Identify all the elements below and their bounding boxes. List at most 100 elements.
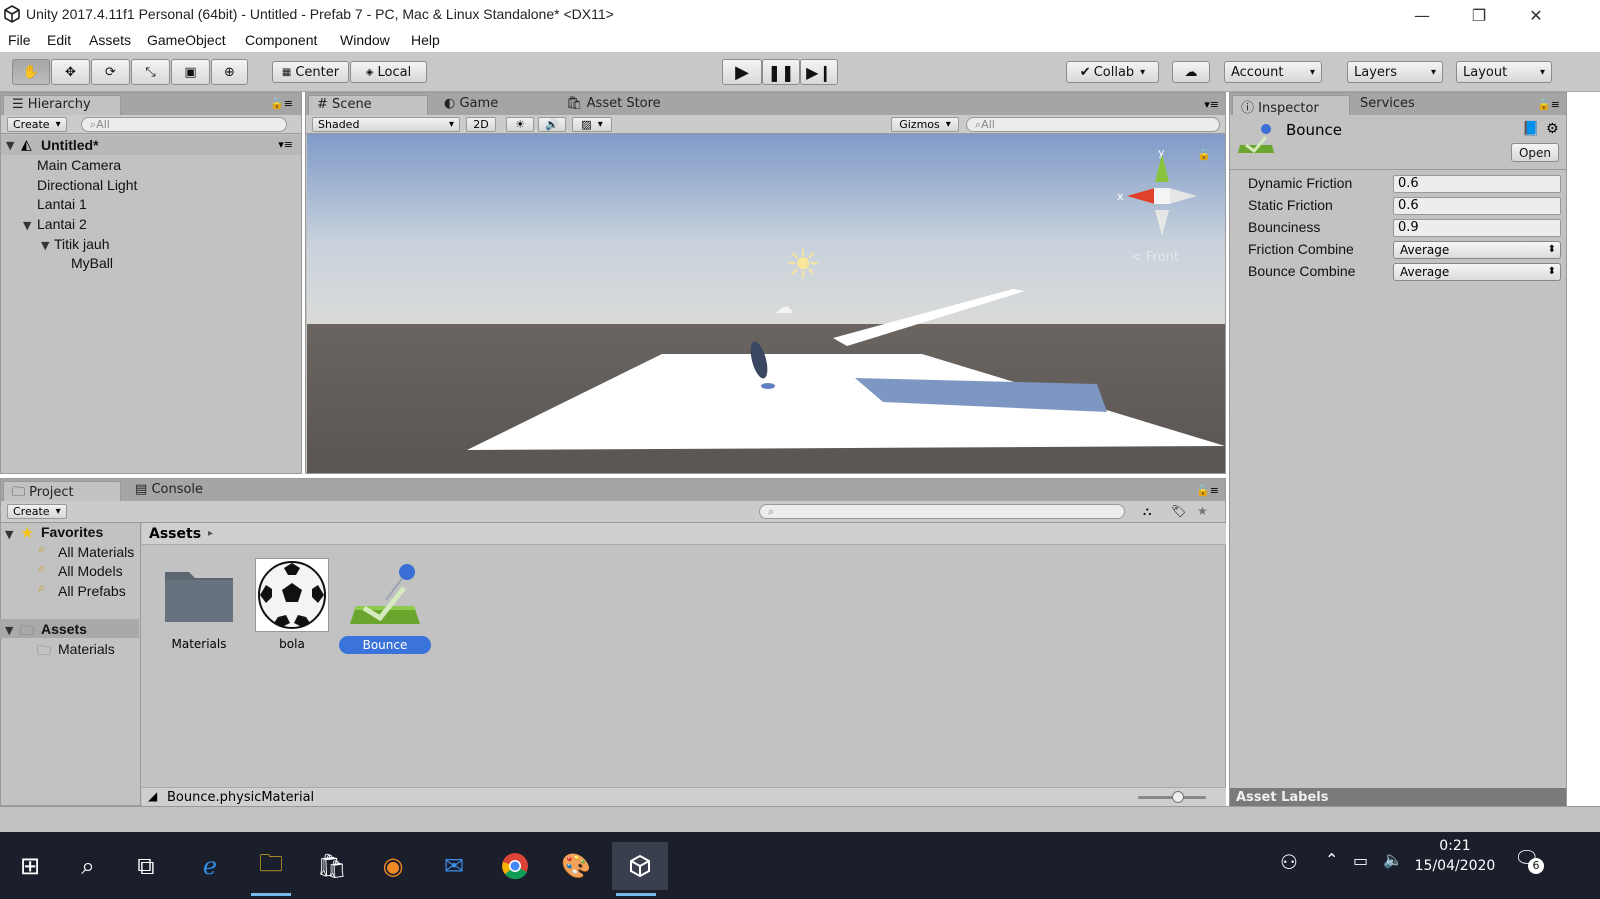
static-friction-field[interactable]: 0.6 — [1393, 197, 1561, 215]
scene-row[interactable]: ▼ ◭ Untitled* ▾≡ — [1, 135, 301, 155]
orientation-gizmo[interactable]: y x < Front 🔒 — [1115, 146, 1211, 268]
play-button[interactable]: ▶ — [722, 59, 762, 85]
panel-menu-icon[interactable]: ▾≡ — [1204, 98, 1219, 111]
action-center-button[interactable]: 🗨 6 — [1514, 846, 1544, 874]
restore-button[interactable]: ❐ — [1451, 0, 1507, 30]
expand-icon[interactable]: ▼ — [6, 139, 14, 152]
scene-viewport[interactable]: ☀ ☁ y x < Front 🔒 — [307, 134, 1225, 473]
expand-icon[interactable]: ▼ — [5, 624, 13, 637]
pivot-local-button[interactable]: ◈ Local — [350, 61, 427, 83]
menu-window[interactable]: Window — [340, 32, 390, 48]
scene-menu-icon[interactable]: ▾≡ — [278, 138, 293, 151]
tab-project[interactable]: 🗀 Project — [3, 481, 121, 501]
scale-tool-button[interactable]: ⤡ — [131, 59, 170, 85]
tab-asset-store[interactable]: 🛍 Asset Store — [558, 95, 669, 115]
menu-gameobject[interactable]: GameObject — [147, 32, 226, 48]
menu-assets[interactable]: Assets — [89, 32, 131, 48]
search-button[interactable]: ⌕ — [64, 842, 112, 890]
menu-edit[interactable]: Edit — [47, 32, 71, 48]
gizmos-dropdown[interactable]: Gizmos — [891, 117, 959, 132]
camera-cloud-icon[interactable]: ☁ — [775, 297, 793, 318]
tab-scene[interactable]: # Scene — [308, 95, 428, 115]
directional-light-icon[interactable]: ☀ — [785, 242, 821, 288]
mail-button[interactable]: ✉ — [430, 842, 478, 890]
hierarchy-item[interactable]: Directional Light — [37, 177, 137, 193]
pause-button[interactable]: ❚❚ — [762, 59, 800, 85]
chevron-up-icon[interactable]: ⌃ — [1325, 850, 1338, 869]
people-icon[interactable]: ⚇ — [1280, 850, 1298, 874]
rotate-tool-button[interactable]: ⟳ — [91, 59, 130, 85]
panel-menu-icon[interactable]: 🔒≡ — [270, 97, 293, 110]
project-search-input[interactable]: ⌕ — [759, 504, 1125, 519]
label-tag-icon[interactable]: 🏷 — [1171, 504, 1186, 518]
chrome-button[interactable] — [491, 842, 539, 890]
asset-materials[interactable] — [163, 560, 235, 630]
dynamic-friction-field[interactable]: 0.6 — [1393, 175, 1561, 193]
lighting-toggle[interactable]: ☀ — [506, 117, 534, 132]
tab-console[interactable]: ▤ Console — [127, 481, 211, 501]
bounciness-field[interactable]: 0.9 — [1393, 219, 1561, 237]
volume-icon[interactable]: 🔈 — [1383, 850, 1403, 869]
asset-folder-item[interactable]: Materials — [58, 641, 115, 657]
expand-icon[interactable]: ▼ — [5, 528, 13, 541]
pivot-center-button[interactable]: ▦ Center — [272, 61, 349, 83]
favorite-item[interactable]: All Models — [58, 563, 123, 579]
hand-tool-button[interactable]: ✋ — [12, 59, 50, 85]
panel-menu-icon[interactable]: 🔒≡ — [1537, 98, 1560, 111]
slider-thumb[interactable] — [1172, 791, 1184, 803]
transform-tool-button[interactable]: ⊕ — [211, 59, 248, 85]
tab-services[interactable]: Services — [1352, 95, 1423, 115]
panel-menu-icon[interactable]: 🔒≡ — [1196, 484, 1219, 497]
expand-icon[interactable]: ▼ — [41, 239, 49, 252]
scene-search-input[interactable]: ⌕ All — [966, 117, 1220, 132]
menu-component[interactable]: Component — [245, 32, 317, 48]
favorite-item[interactable]: All Prefabs — [58, 583, 126, 599]
favorite-star-icon[interactable]: ★ — [1197, 504, 1208, 518]
lock-icon[interactable]: 🔒 — [1197, 148, 1211, 161]
store-button[interactable]: 🛍 — [308, 842, 356, 890]
paint-button[interactable]: 🎨 — [552, 842, 600, 890]
layout-dropdown[interactable]: Layout — [1456, 61, 1552, 83]
hierarchy-item[interactable]: Lantai 1 — [37, 196, 87, 212]
settings-gear-icon[interactable]: ⚙ — [1546, 121, 1559, 137]
open-button[interactable]: Open — [1511, 143, 1559, 162]
cloud-button[interactable]: ☁ — [1172, 61, 1210, 83]
breadcrumb-assets[interactable]: Assets — [149, 526, 201, 542]
favorites-header[interactable]: Favorites — [41, 524, 103, 540]
friction-combine-select[interactable]: Average — [1393, 241, 1561, 259]
minimize-button[interactable]: — — [1394, 0, 1450, 30]
hierarchy-item[interactable]: Lantai 2 — [37, 216, 87, 232]
hierarchy-item[interactable]: Titik jauh — [54, 236, 110, 252]
rect-tool-button[interactable]: ▣ — [171, 59, 210, 85]
effects-dropdown[interactable]: ▨ — [572, 117, 612, 132]
favorite-item[interactable]: All Materials — [58, 544, 134, 560]
file-explorer-button[interactable]: 🗀 — [247, 842, 295, 896]
collab-dropdown[interactable]: ✔ Collab — [1066, 61, 1159, 83]
asset-bounce[interactable] — [348, 560, 424, 630]
task-view-button[interactable]: ⧉ — [122, 842, 170, 890]
hierarchy-item[interactable]: Main Camera — [37, 157, 121, 173]
project-create-button[interactable]: Create — [7, 504, 67, 519]
hierarchy-create-button[interactable]: Create — [7, 117, 67, 132]
filter-type-icon[interactable]: ⛬ — [1143, 504, 1151, 519]
move-tool-button[interactable]: ✥ — [51, 59, 90, 85]
clock[interactable]: 0:21 15/04/2020 — [1412, 838, 1498, 874]
battery-icon[interactable]: ▭ — [1353, 851, 1368, 870]
tab-inspector[interactable]: ⓘ Inspector — [1232, 95, 1350, 116]
shading-dropdown[interactable]: Shaded — [312, 117, 460, 132]
audio-toggle[interactable]: 🔊 — [538, 117, 566, 132]
edge-button[interactable]: ℯ — [186, 842, 234, 890]
layers-dropdown[interactable]: Layers — [1347, 61, 1443, 83]
asset-bola[interactable] — [255, 558, 329, 632]
close-button[interactable]: ✕ — [1508, 0, 1564, 30]
menu-file[interactable]: File — [8, 32, 31, 48]
hierarchy-item[interactable]: MyBall — [71, 255, 113, 271]
tab-game[interactable]: ◐ Game — [436, 95, 506, 115]
help-book-icon[interactable]: 📘 — [1522, 121, 1539, 137]
step-button[interactable]: ▶❙ — [800, 59, 838, 85]
firefox-button[interactable]: ◉ — [369, 842, 417, 890]
2d-toggle[interactable]: 2D — [466, 117, 496, 132]
unity-taskbar-button[interactable] — [612, 842, 668, 896]
menu-help[interactable]: Help — [411, 32, 440, 48]
account-dropdown[interactable]: Account — [1224, 61, 1322, 83]
